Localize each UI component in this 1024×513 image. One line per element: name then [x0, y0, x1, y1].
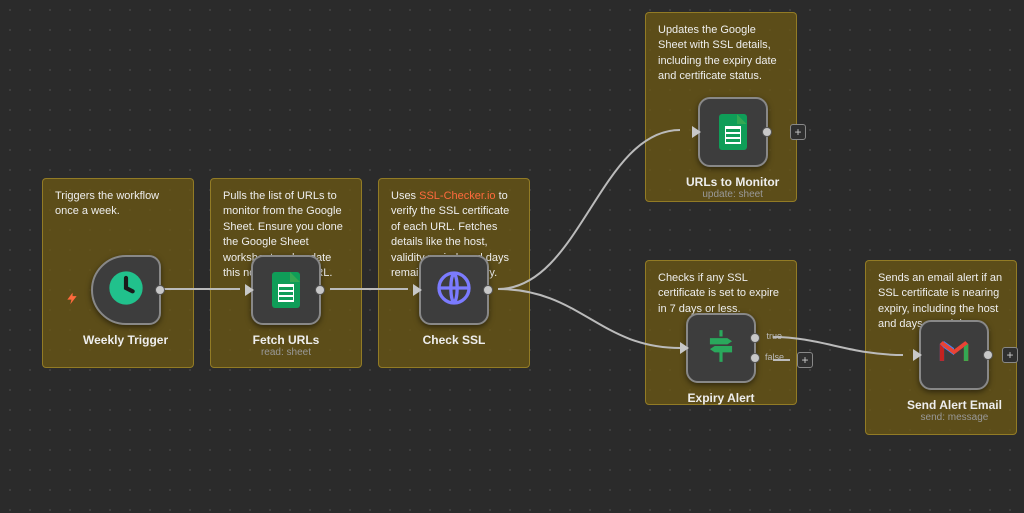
ssl-checker-link[interactable]: SSL-Checker.io [419, 190, 495, 202]
input-port[interactable] [692, 126, 701, 138]
google-sheets-icon [710, 109, 756, 155]
input-port[interactable] [680, 342, 689, 354]
port-label-false: false [765, 352, 784, 362]
trigger-bolt-icon [65, 290, 79, 313]
check-ssl-node[interactable]: Check SSL [419, 255, 489, 347]
sticky-text-prefix: Uses [391, 190, 419, 202]
output-port[interactable] [155, 285, 165, 295]
node-subtitle: update: sheet [702, 189, 763, 200]
send-alert-email-node[interactable]: Send Alert Email send: message [907, 320, 1002, 423]
node-title: Check SSL [423, 333, 486, 347]
port-label-true: true [766, 331, 782, 341]
input-port[interactable] [913, 349, 922, 361]
node-title: Fetch URLs [253, 333, 320, 347]
sticky-text: Triggers the workflow once a week. [55, 190, 159, 217]
node-subtitle: read: sheet [261, 347, 311, 358]
node-title: Expiry Alert [688, 391, 755, 405]
node-title: Weekly Trigger [83, 333, 168, 347]
output-port[interactable] [983, 350, 993, 360]
output-port[interactable] [762, 127, 772, 137]
output-port-true[interactable] [750, 333, 760, 343]
add-node-button[interactable]: + [790, 124, 806, 140]
urls-to-monitor-node[interactable]: URLs to Monitor update: sheet [686, 97, 779, 200]
add-node-button[interactable]: + [1002, 347, 1018, 363]
globe-icon [434, 268, 474, 313]
expiry-alert-node[interactable]: true false Expiry Alert [686, 313, 756, 405]
clock-icon [106, 268, 146, 313]
output-port[interactable] [315, 285, 325, 295]
fetch-urls-node[interactable]: Fetch URLs read: sheet [251, 255, 321, 358]
node-title: Send Alert Email [907, 398, 1002, 412]
weekly-trigger-node[interactable]: Weekly Trigger [83, 255, 168, 347]
google-sheets-icon [263, 267, 309, 313]
signpost-icon [702, 327, 740, 370]
sticky-text: Checks if any SSL certificate is set to … [658, 272, 779, 315]
node-subtitle: send: message [921, 412, 989, 423]
output-port-false[interactable] [750, 353, 760, 363]
input-port[interactable] [245, 284, 254, 296]
node-title: URLs to Monitor [686, 175, 779, 189]
sticky-text: Updates the Google Sheet with SSL detail… [658, 24, 777, 82]
add-node-button[interactable]: + [797, 352, 813, 368]
gmail-icon [937, 338, 971, 372]
output-port[interactable] [483, 285, 493, 295]
input-port[interactable] [413, 284, 422, 296]
